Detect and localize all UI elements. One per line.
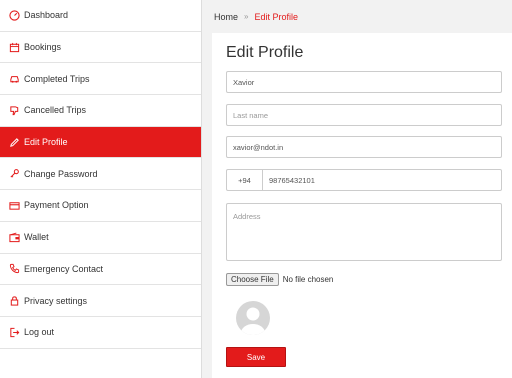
credit-card-icon — [8, 199, 20, 211]
breadcrumb-home-link[interactable]: Home — [214, 12, 238, 22]
last-name-field[interactable]: Last name — [226, 104, 502, 126]
sidebar-item-change-password[interactable]: Change Password — [0, 158, 201, 191]
sidebar-item-dashboard[interactable]: Dashboard — [0, 0, 201, 32]
sidebar-item-label: Log out — [24, 327, 55, 338]
sidebar-item-label: Emergency Contact — [24, 263, 104, 274]
first-name-field[interactable]: Xavior — [226, 71, 502, 93]
main-content: Home » Edit Profile Edit Profile Xavior … — [202, 0, 512, 378]
sidebar-item-log-out[interactable]: Log out — [0, 317, 201, 349]
calendar-icon — [8, 41, 20, 53]
sidebar-item-payment-option[interactable]: Payment Option — [0, 190, 201, 222]
email-field[interactable]: xavior@ndot.in — [226, 136, 502, 158]
file-status: No file chosen — [282, 275, 334, 284]
sidebar-item-edit-profile[interactable]: Edit Profile — [0, 126, 201, 159]
sidebar-item-label: Wallet — [24, 232, 49, 243]
car-icon — [8, 73, 20, 85]
sidebar-item-wallet[interactable]: Wallet — [0, 222, 201, 254]
sidebar-item-privacy-settings[interactable]: Privacy settings — [0, 285, 201, 317]
sidebar-item-label: Edit Profile — [24, 137, 68, 148]
breadcrumb-separator: » — [244, 12, 249, 21]
country-code-field[interactable]: +94 — [227, 170, 263, 190]
choose-file-button[interactable]: Choose File — [226, 273, 279, 286]
edit-profile-card: Edit Profile Xavior Last name xavior@ndo… — [212, 33, 512, 378]
pencil-icon — [8, 136, 20, 148]
file-upload: Choose File No file chosen — [226, 273, 333, 286]
phone-field-group: +94 98765432101 — [226, 169, 502, 191]
sidebar-item-bookings[interactable]: Bookings — [0, 32, 201, 64]
address-field[interactable]: Address — [226, 203, 502, 261]
user-silhouette-icon — [241, 307, 265, 335]
sidebar-item-label: Cancelled Trips — [24, 105, 87, 116]
save-button[interactable]: Save — [226, 347, 286, 367]
sidebar-item-label: Bookings — [24, 42, 62, 53]
sidebar-item-label: Privacy settings — [24, 295, 88, 306]
thumbs-down-icon — [8, 104, 20, 116]
wallet-icon — [8, 231, 20, 243]
key-icon — [8, 168, 20, 180]
sidebar-item-label: Completed Trips — [24, 73, 90, 84]
phone-number-field[interactable]: 98765432101 — [263, 176, 315, 185]
sidebar-item-label: Change Password — [24, 168, 98, 179]
page-title: Edit Profile — [226, 44, 304, 61]
breadcrumb-current: Edit Profile — [254, 11, 298, 22]
phone-icon — [8, 263, 20, 275]
avatar — [236, 301, 270, 335]
sidebar-item-label: Dashboard — [24, 10, 69, 21]
sidebar-item-cancelled-trips[interactable]: Cancelled Trips — [0, 95, 201, 127]
sidebar-item-emergency-contact[interactable]: Emergency Contact — [0, 254, 201, 286]
sidebar-item-label: Payment Option — [24, 200, 89, 211]
logout-icon — [8, 326, 20, 338]
dashboard-icon — [8, 9, 20, 21]
breadcrumb: Home » Edit Profile — [202, 0, 512, 33]
sidebar-item-completed-trips[interactable]: Completed Trips — [0, 63, 201, 96]
lock-icon — [8, 295, 20, 307]
sidebar: Dashboard Bookings Completed Trips Cance… — [0, 0, 202, 378]
